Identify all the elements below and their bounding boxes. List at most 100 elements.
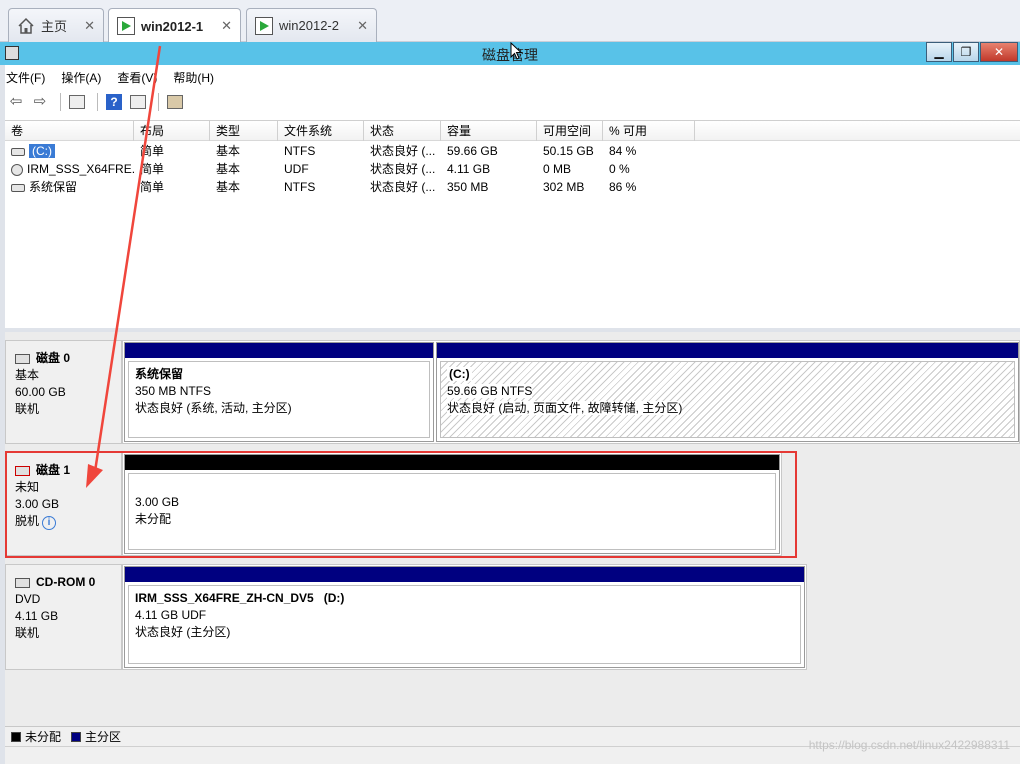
volume-name: 系统保留	[5, 178, 134, 196]
cd-rom-icon	[15, 577, 30, 588]
column-capacity[interactable]: 容量	[441, 121, 537, 141]
restore-button[interactable]: ❐	[953, 42, 979, 62]
disk-size: 60.00 GB	[15, 385, 66, 399]
column-type[interactable]: 类型	[210, 121, 278, 141]
disk-state: 联机	[15, 402, 40, 416]
tab-win2012-2[interactable]: win2012-2 ✕	[246, 8, 377, 42]
partition-size: 350 MB NTFS	[135, 384, 212, 398]
partition-c-drive[interactable]: (C:) 59.66 GB NTFS 状态良好 (启动, 页面文件, 故障转储,…	[436, 342, 1019, 442]
partition-name: IRM_SSS_X64FRE_ZH-CN_DV5 (D:)	[135, 591, 345, 605]
vm-icon	[255, 16, 273, 35]
disk-0-partitions: 系统保留 350 MB NTFS 状态良好 (系统, 活动, 主分区) (C:)…	[122, 340, 1020, 444]
volume-name: IRM_SSS_X64FRE...	[5, 160, 134, 178]
menu-help[interactable]: 帮助(H)	[173, 69, 214, 86]
vm-icon	[117, 17, 135, 35]
unallocated-bar	[125, 455, 779, 470]
primary-partition-bar	[437, 343, 1018, 358]
table-row[interactable]: 系统保留 简单 基本 NTFS 状态良好 (... 350 MB 302 MB …	[5, 178, 1020, 196]
filesystem-cell: NTFS	[284, 180, 316, 194]
type-cell: 基本	[216, 144, 241, 158]
column-free-space[interactable]: 可用空间	[537, 121, 603, 141]
column-layout[interactable]: 布局	[134, 121, 210, 141]
column-filesystem[interactable]: 文件系统	[278, 121, 364, 141]
close-icon[interactable]: ✕	[357, 18, 368, 34]
free-space-cell: 302 MB	[543, 180, 585, 194]
layout-cell: 简单	[140, 180, 165, 194]
partition-unallocated[interactable]: 3.00 GB 未分配	[124, 454, 780, 554]
close-icon[interactable]: ✕	[84, 18, 95, 34]
disk-1-partitions: 3.00 GB 未分配	[122, 452, 782, 556]
cdrom-0-label[interactable]: CD-ROM 0 DVD 4.11 GB 联机	[5, 564, 122, 670]
watermark-text: https://blog.csdn.net/linux2422988311	[808, 738, 1010, 752]
layout-cell: 简单	[140, 162, 165, 176]
cd-drive-icon	[11, 163, 23, 176]
percent-free-cell: 86 %	[609, 180, 637, 194]
mouse-cursor-icon	[510, 42, 522, 60]
toolbar: ⇦ ⇨ ?	[6, 90, 189, 114]
disk-1-label[interactable]: 磁盘 1 未知 3.00 GB 脱机 i	[5, 452, 122, 556]
status-cell: 状态良好 (...	[370, 180, 436, 194]
disk-volume-icon	[11, 147, 25, 156]
browser-tab-bar: 主页 ✕ win2012-1 ✕ win2012-2 ✕	[0, 0, 1020, 43]
properties-icon[interactable]	[128, 92, 148, 112]
forward-arrow-icon[interactable]: ⇨	[30, 92, 50, 112]
menu-file[interactable]: 文件(F)	[6, 69, 45, 86]
tab-win2012-2-label: win2012-2	[279, 18, 339, 33]
free-space-cell: 50.15 GB	[543, 144, 594, 158]
info-icon[interactable]: i	[42, 516, 57, 530]
menu-action[interactable]: 操作(A)	[61, 69, 101, 86]
unallocated-swatch	[11, 731, 21, 742]
partition-system-reserved[interactable]: 系统保留 350 MB NTFS 状态良好 (系统, 活动, 主分区)	[124, 342, 434, 442]
partition-name: (C:)	[447, 367, 472, 381]
back-arrow-icon[interactable]: ⇦	[6, 92, 26, 112]
disk-size: 3.00 GB	[15, 497, 60, 511]
capacity-cell: 4.11 GB	[447, 162, 491, 176]
primary-partition-swatch	[71, 731, 82, 742]
tab-win2012-1-label: win2012-1	[141, 18, 204, 34]
column-status[interactable]: 状态	[364, 121, 441, 141]
partition-status: 状态良好 (启动, 页面文件, 故障转储, 主分区)	[447, 401, 683, 415]
partition-status: 状态良好 (主分区)	[135, 625, 231, 639]
capacity-cell: 350 MB	[447, 180, 489, 194]
disk-name: 磁盘 0	[36, 351, 71, 365]
toolbar-divider	[97, 93, 98, 111]
volume-list-header: 卷 布局 类型 文件系统 状态 容量 可用空间 % 可用	[5, 121, 1020, 141]
close-icon[interactable]: ✕	[221, 18, 232, 34]
disk-size: 4.11 GB	[15, 609, 59, 623]
legend-unallocated: 未分配	[25, 730, 62, 744]
type-cell: 基本	[216, 162, 241, 176]
tab-win2012-1[interactable]: win2012-1 ✕	[108, 8, 241, 43]
show-hide-tree-icon[interactable]	[67, 92, 87, 112]
cdrom-0-partitions: IRM_SSS_X64FRE_ZH-CN_DV5 (D:) 4.11 GB UD…	[122, 564, 807, 670]
home-icon	[17, 17, 35, 35]
disk-name: 磁盘 1	[36, 463, 71, 477]
volume-name: (C:)	[5, 142, 134, 160]
partition-d-drive[interactable]: IRM_SSS_X64FRE_ZH-CN_DV5 (D:) 4.11 GB UD…	[124, 566, 805, 668]
rescan-disks-icon[interactable]	[165, 92, 185, 112]
menu-view[interactable]: 查看(V)	[117, 69, 157, 86]
partition-size: 4.11 GB UDF	[135, 608, 207, 622]
column-percent-free[interactable]: % 可用	[603, 121, 695, 141]
disk-0-label[interactable]: 磁盘 0 基本 60.00 GB 联机	[5, 340, 122, 444]
primary-partition-bar	[125, 343, 433, 358]
filesystem-cell: NTFS	[284, 144, 316, 158]
status-cell: 状态良好 (...	[370, 144, 436, 158]
primary-partition-bar	[125, 567, 804, 582]
filesystem-cell: UDF	[284, 162, 309, 176]
partition-status: 状态良好 (系统, 活动, 主分区)	[135, 401, 292, 415]
disk-kind: 基本	[15, 368, 40, 382]
toolbar-divider	[158, 93, 159, 111]
status-cell: 状态良好 (...	[370, 162, 436, 176]
minimize-button[interactable]: ▁	[926, 42, 952, 62]
close-button[interactable]: ✕	[980, 42, 1018, 62]
column-volume[interactable]: 卷	[5, 121, 134, 141]
tab-home[interactable]: 主页 ✕	[8, 8, 104, 42]
help-icon[interactable]: ?	[104, 92, 124, 112]
table-row[interactable]: (C:) 简单 基本 NTFS 状态良好 (... 59.66 GB 50.15…	[5, 142, 1020, 160]
table-row[interactable]: IRM_SSS_X64FRE... 简单 基本 UDF 状态良好 (... 4.…	[5, 160, 1020, 178]
hard-disk-icon	[15, 353, 30, 364]
layout-cell: 简单	[140, 144, 165, 158]
toolbar-divider	[60, 93, 61, 111]
offline-disk-icon	[15, 465, 30, 476]
disk-kind: DVD	[15, 592, 41, 606]
